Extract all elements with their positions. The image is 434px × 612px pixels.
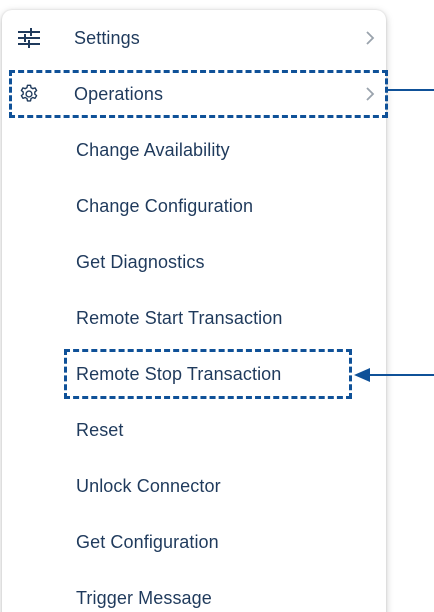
menu-item-label: Settings xyxy=(74,27,140,48)
chevron-right-icon xyxy=(364,87,376,101)
submenu-item-label: Remote Stop Transaction xyxy=(76,363,282,384)
submenu-item-remote-stop-transaction[interactable]: Remote Stop Transaction xyxy=(2,354,386,394)
submenu-item-label: Trigger Message xyxy=(76,587,212,608)
submenu-item-label: Get Configuration xyxy=(76,531,219,552)
submenu-item-label: Get Diagnostics xyxy=(76,251,205,272)
submenu-item-remote-start-transaction[interactable]: Remote Start Transaction xyxy=(2,298,386,338)
operations-menu: Settings Operations Change Availability … xyxy=(2,10,386,612)
submenu-item-trigger-message[interactable]: Trigger Message xyxy=(2,578,386,612)
menu-item-operations[interactable]: Operations xyxy=(2,74,386,114)
menu-item-settings[interactable]: Settings xyxy=(2,18,386,58)
submenu-item-label: Unlock Connector xyxy=(76,475,221,496)
submenu-item-label: Remote Start Transaction xyxy=(76,307,283,328)
submenu-item-label: Reset xyxy=(76,419,124,440)
stage: Settings Operations Change Availability … xyxy=(0,0,434,612)
callout-line-operations xyxy=(388,89,434,91)
gear-icon xyxy=(18,83,40,105)
submenu-item-get-diagnostics[interactable]: Get Diagnostics xyxy=(2,242,386,282)
submenu-item-change-availability[interactable]: Change Availability xyxy=(2,130,386,170)
submenu-item-get-configuration[interactable]: Get Configuration xyxy=(2,522,386,562)
sliders-icon xyxy=(18,27,40,49)
menu-item-label: Operations xyxy=(74,83,164,104)
chevron-right-icon xyxy=(364,31,376,45)
submenu-item-change-configuration[interactable]: Change Configuration xyxy=(2,186,386,226)
submenu-item-reset[interactable]: Reset xyxy=(2,410,386,450)
submenu-item-unlock-connector[interactable]: Unlock Connector xyxy=(2,466,386,506)
submenu-item-label: Change Availability xyxy=(76,139,230,160)
submenu-item-label: Change Configuration xyxy=(76,195,254,216)
